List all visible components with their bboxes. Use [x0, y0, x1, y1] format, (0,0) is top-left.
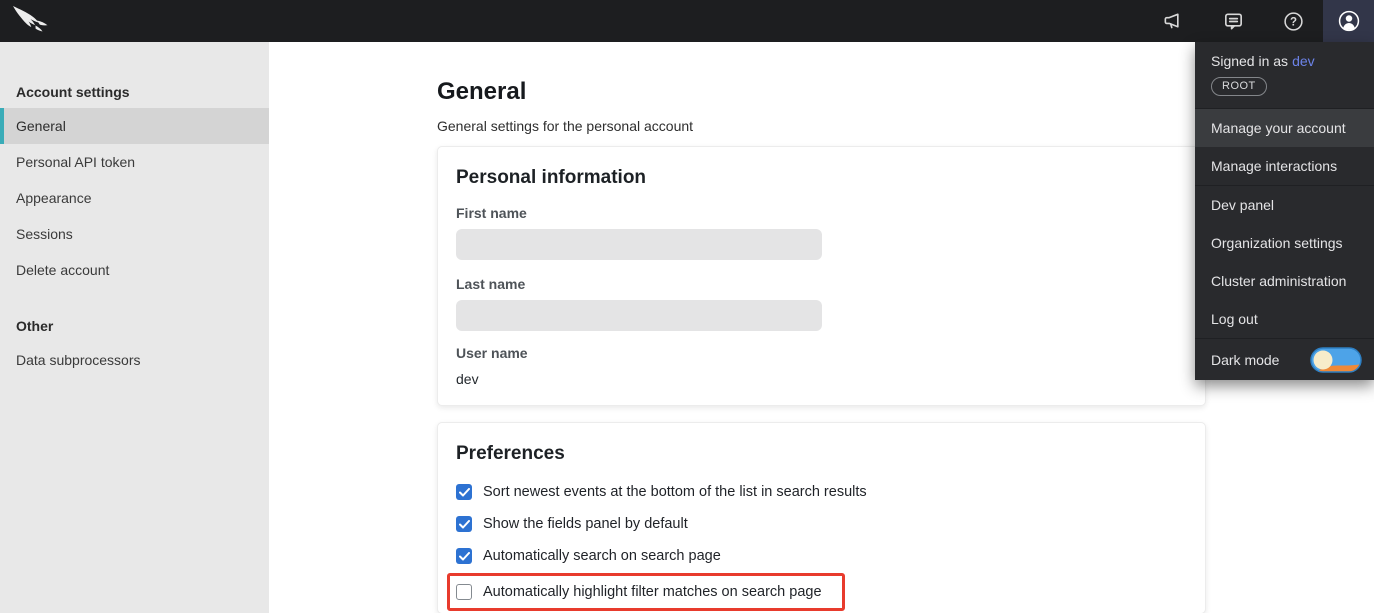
account-dropdown-menu: Signed in asdev ROOT Manage your account…	[1195, 42, 1374, 380]
menu-item-log-out[interactable]: Log out	[1195, 300, 1374, 338]
crowdstrike-falcon-logo[interactable]	[10, 5, 54, 37]
sidebar-item-sessions[interactable]: Sessions	[0, 216, 269, 252]
dark-mode-row: Dark mode	[1195, 338, 1374, 380]
menu-item-label: Organization settings	[1211, 235, 1343, 251]
check-icon	[459, 552, 470, 561]
preference-label: Sort newest events at the bottom of the …	[483, 484, 867, 500]
menu-item-label: Manage your account	[1211, 120, 1346, 136]
first-name-label: First name	[456, 205, 1187, 221]
sidebar-item-label: Data subprocessors	[16, 352, 141, 368]
falcon-icon	[10, 5, 54, 37]
megaphone-icon	[1162, 10, 1185, 33]
dark-mode-label: Dark mode	[1211, 352, 1279, 368]
menu-item-label: Manage interactions	[1211, 158, 1337, 174]
card-title: Preferences	[456, 443, 1187, 465]
preference-label: Automatically highlight filter matches o…	[483, 584, 822, 600]
app-root: ? Account settings General Personal API …	[0, 0, 1374, 613]
day-night-toggle-icon	[1310, 347, 1362, 373]
account-menu-header: Signed in asdev ROOT	[1195, 42, 1374, 109]
user-name-value: dev	[456, 371, 1187, 387]
signed-in-as-text: Signed in as	[1211, 53, 1288, 69]
feedback-button[interactable]	[1203, 0, 1263, 42]
user-name-label: User name	[456, 345, 1187, 361]
menu-item-label: Dev panel	[1211, 197, 1274, 213]
last-name-input[interactable]	[456, 300, 822, 331]
menu-item-label: Log out	[1211, 311, 1258, 327]
sidebar-item-label: Personal API token	[16, 154, 135, 170]
last-name-label: Last name	[456, 276, 1187, 292]
top-navigation-bar: ?	[0, 0, 1374, 42]
checkbox-show-fields-panel[interactable]	[456, 516, 472, 532]
username-link[interactable]: dev	[1292, 53, 1315, 69]
user-avatar-icon	[1336, 8, 1362, 34]
main-content: General General settings for the persona…	[437, 42, 1206, 613]
menu-item-dev-panel[interactable]: Dev panel	[1195, 186, 1374, 224]
checkbox-sort-newest-events[interactable]	[456, 484, 472, 500]
menu-item-organization-settings[interactable]: Organization settings	[1195, 224, 1374, 262]
dark-mode-toggle[interactable]	[1310, 347, 1362, 373]
page-subtitle: General settings for the personal accoun…	[437, 118, 1206, 134]
sidebar-item-general[interactable]: General	[0, 108, 269, 144]
page-title: General	[437, 78, 1206, 106]
help-circle-icon: ?	[1282, 10, 1305, 33]
settings-sidebar: Account settings General Personal API to…	[0, 42, 269, 613]
sidebar-item-label: Appearance	[16, 190, 92, 206]
svg-text:?: ?	[1289, 16, 1296, 28]
sidebar-item-personal-api-token[interactable]: Personal API token	[0, 144, 269, 180]
announcements-button[interactable]	[1143, 0, 1203, 42]
sidebar-item-label: Delete account	[16, 262, 109, 278]
sidebar-item-label: Sessions	[16, 226, 73, 242]
root-role-badge: ROOT	[1211, 77, 1267, 96]
first-name-input[interactable]	[456, 229, 822, 260]
menu-item-manage-interactions[interactable]: Manage interactions	[1195, 147, 1374, 185]
menu-item-manage-your-account[interactable]: Manage your account	[1195, 109, 1374, 147]
sidebar-item-data-subprocessors[interactable]: Data subprocessors	[0, 342, 269, 378]
menu-item-label: Cluster administration	[1211, 273, 1346, 289]
sidebar-item-delete-account[interactable]: Delete account	[0, 252, 269, 288]
preferences-card: Preferences Sort newest events at the bo…	[437, 422, 1206, 613]
sidebar-item-appearance[interactable]: Appearance	[0, 180, 269, 216]
chat-bubble-icon	[1222, 10, 1245, 33]
preference-row: Show the fields panel by default	[456, 515, 1187, 533]
checkbox-automatically-search[interactable]	[456, 548, 472, 564]
topbar-actions: ?	[1143, 0, 1374, 42]
preference-label: Show the fields panel by default	[483, 516, 688, 532]
sidebar-section-header: Account settings	[0, 42, 269, 108]
check-icon	[459, 488, 470, 497]
card-title: Personal information	[456, 167, 1187, 189]
sidebar-section-header: Other	[0, 288, 269, 342]
preference-label: Automatically search on search page	[483, 548, 721, 564]
red-annotation-highlight: Automatically highlight filter matches o…	[447, 573, 845, 611]
account-menu-button[interactable]	[1323, 0, 1374, 42]
help-button[interactable]: ?	[1263, 0, 1323, 42]
preference-row: Sort newest events at the bottom of the …	[456, 483, 1187, 501]
checkbox-automatically-highlight-filter-matches[interactable]	[456, 584, 472, 600]
personal-information-card: Personal information First name Last nam…	[437, 146, 1206, 406]
check-icon	[459, 520, 470, 529]
menu-item-cluster-administration[interactable]: Cluster administration	[1195, 262, 1374, 300]
preference-row: Automatically search on search page	[456, 547, 1187, 565]
sidebar-item-label: General	[16, 118, 66, 134]
